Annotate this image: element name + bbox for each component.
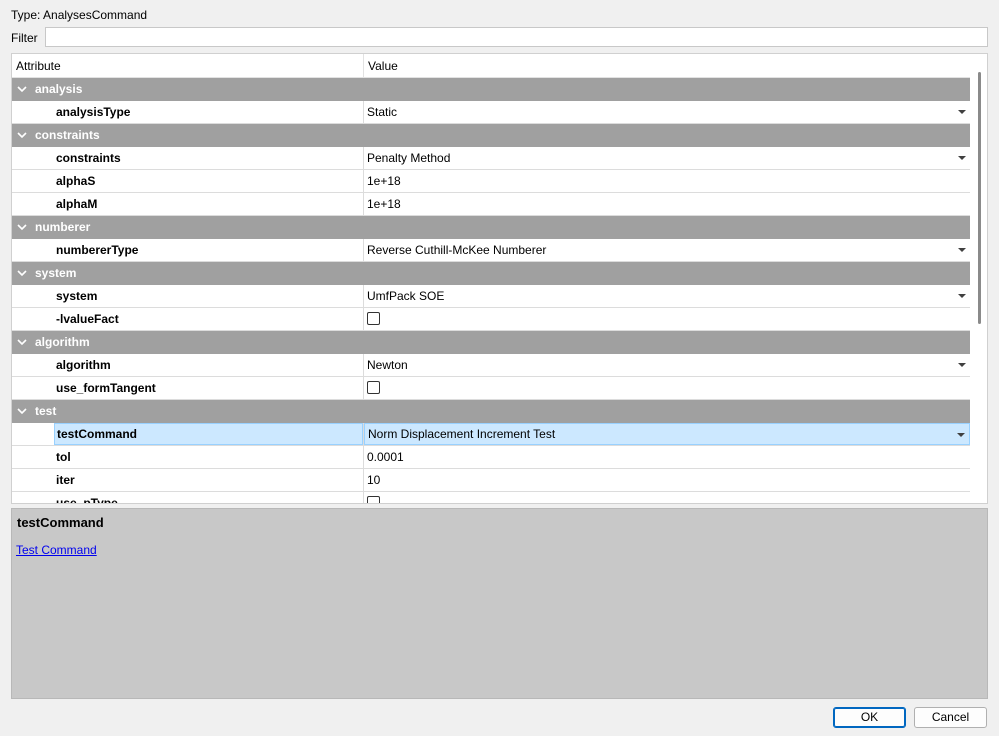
group-label: test: [35, 404, 57, 418]
value-field[interactable]: 1e+18: [364, 170, 970, 192]
chevron-down-icon[interactable]: [16, 336, 28, 348]
attribute-name: algorithm: [56, 358, 111, 372]
dropdown-arrow-icon[interactable]: [958, 155, 966, 161]
attribute-name: -lvalueFact: [56, 312, 119, 326]
dropdown-arrow-icon[interactable]: [958, 362, 966, 368]
value-checkbox[interactable]: [367, 381, 380, 394]
group-row-system[interactable]: system: [12, 262, 970, 285]
value-cell: [364, 308, 970, 330]
value-text: Norm Displacement Increment Test: [368, 427, 556, 441]
attribute-name: constraints: [56, 151, 121, 165]
value-cell: [364, 492, 970, 503]
tree-header: Attribute Value: [12, 54, 970, 78]
value-text: UmfPack SOE: [367, 289, 445, 303]
dropdown-arrow-icon[interactable]: [958, 293, 966, 299]
value-text: 10: [367, 473, 381, 487]
value-text: Static: [367, 105, 398, 119]
filter-label: Filter: [11, 31, 38, 45]
chevron-down-icon[interactable]: [16, 221, 28, 233]
attribute-row[interactable]: -lvalueFact: [12, 308, 970, 331]
attribute-name: alphaS: [56, 174, 96, 188]
filter-input[interactable]: [45, 27, 988, 47]
dropdown-arrow-icon[interactable]: [958, 247, 966, 253]
value-text: Penalty Method: [367, 151, 451, 165]
attribute-row[interactable]: constraints Penalty Method: [12, 147, 970, 170]
value-checkbox[interactable]: [367, 312, 380, 325]
value-dropdown[interactable]: Reverse Cuthill-McKee Numberer: [364, 239, 970, 261]
tree-rows: analysis analysisType Static constraints con…: [12, 78, 970, 504]
value-dropdown[interactable]: Norm Displacement Increment Test: [364, 423, 970, 445]
value-text: 1e+18: [367, 197, 401, 211]
dropdown-arrow-icon[interactable]: [957, 432, 965, 438]
attribute-row[interactable]: use_pType: [12, 492, 970, 504]
group-label: analysis: [35, 82, 83, 96]
column-header-value[interactable]: Value: [364, 54, 970, 78]
group-label: constraints: [35, 128, 100, 142]
attribute-name: system: [56, 289, 98, 303]
value-dropdown[interactable]: Newton: [364, 354, 970, 376]
group-row-constraints[interactable]: constraints: [12, 124, 970, 147]
group-label: numberer: [35, 220, 91, 234]
group-label: system: [35, 266, 77, 280]
attribute-name: tol: [56, 450, 71, 464]
attribute-row[interactable]: algorithm Newton: [12, 354, 970, 377]
attribute-row[interactable]: alphaS 1e+18: [12, 170, 970, 193]
group-row-test[interactable]: test: [12, 400, 970, 423]
ok-button[interactable]: OK: [833, 707, 906, 728]
group-row-algorithm[interactable]: algorithm: [12, 331, 970, 354]
chevron-down-icon[interactable]: [16, 267, 28, 279]
group-row-numberer[interactable]: numberer: [12, 216, 970, 239]
group-row-analysis[interactable]: analysis: [12, 78, 970, 101]
attribute-name: iter: [56, 473, 75, 487]
value-text: Reverse Cuthill-McKee Numberer: [367, 243, 547, 257]
chevron-down-icon[interactable]: [16, 83, 28, 95]
value-dropdown[interactable]: UmfPack SOE: [364, 285, 970, 307]
help-title: testCommand: [17, 515, 104, 530]
group-label: algorithm: [35, 335, 90, 349]
attribute-tree[interactable]: Attribute Value analysis analysisType Stat…: [11, 53, 988, 504]
dropdown-arrow-icon[interactable]: [958, 109, 966, 115]
attribute-row[interactable]: numbererType Reverse Cuthill-McKee Number…: [12, 239, 970, 262]
value-field[interactable]: 1e+18: [364, 193, 970, 215]
attribute-row[interactable]: use_formTangent: [12, 377, 970, 400]
value-field[interactable]: 10: [364, 469, 970, 491]
attribute-row[interactable]: alphaM 1e+18: [12, 193, 970, 216]
help-panel: testCommand Test Command: [11, 508, 988, 699]
attribute-row[interactable]: iter 10: [12, 469, 970, 492]
attribute-name: numbererType: [56, 243, 139, 257]
value-dropdown[interactable]: Static: [364, 101, 970, 123]
attribute-row[interactable]: tol 0.0001: [12, 446, 970, 469]
attribute-row[interactable]: system UmfPack SOE: [12, 285, 970, 308]
attribute-name: alphaM: [56, 197, 98, 211]
value-field[interactable]: 0.0001: [364, 446, 970, 468]
attribute-row[interactable]: testCommand Norm Displacement Increment T…: [12, 423, 970, 446]
chevron-down-icon[interactable]: [16, 405, 28, 417]
value-cell: [364, 377, 970, 399]
value-text: 0.0001: [367, 450, 404, 464]
help-link[interactable]: Test Command: [16, 543, 97, 557]
value-text: 1e+18: [367, 174, 401, 188]
value-text: Newton: [367, 358, 408, 372]
attribute-name: analysisType: [56, 105, 131, 119]
column-header-attribute[interactable]: Attribute: [12, 54, 363, 78]
chevron-down-icon[interactable]: [16, 129, 28, 141]
value-dropdown[interactable]: Penalty Method: [364, 147, 970, 169]
attribute-name: use_pType: [56, 496, 118, 504]
scrollbar-thumb[interactable]: [978, 72, 981, 324]
attribute-name: use_formTangent: [56, 381, 156, 395]
type-label: Type: AnalysesCommand: [11, 8, 148, 22]
value-checkbox[interactable]: [367, 496, 380, 503]
attribute-row[interactable]: analysisType Static: [12, 101, 970, 124]
cancel-button[interactable]: Cancel: [914, 707, 987, 728]
attribute-name: testCommand: [54, 423, 363, 445]
